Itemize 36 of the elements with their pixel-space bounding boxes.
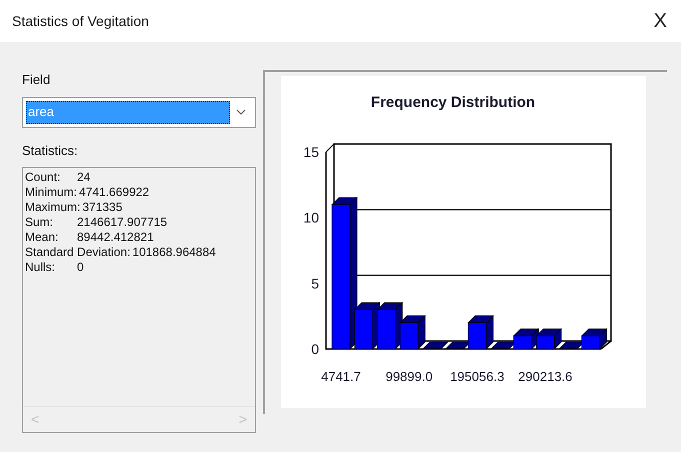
statistic-value: 4741.669922 bbox=[79, 185, 150, 200]
statistic-value: 101868.964884 bbox=[132, 245, 216, 260]
field-dropdown[interactable]: area bbox=[22, 96, 256, 128]
statistic-name: Count: bbox=[25, 170, 62, 185]
histogram-bar bbox=[536, 336, 555, 350]
x-tick-label: 99899.0 bbox=[386, 369, 433, 384]
y-tick-label: 5 bbox=[311, 275, 319, 292]
y-tick-label: 10 bbox=[303, 210, 319, 226]
y-tick-label: 0 bbox=[311, 341, 319, 357]
statistic-name: Minimum: bbox=[25, 185, 78, 200]
y-tick-label: 15 bbox=[303, 144, 319, 160]
statistic-value: 89442.412821 bbox=[77, 230, 154, 245]
close-button[interactable]: X bbox=[654, 11, 667, 31]
statistic-name: Standard Deviation: bbox=[25, 245, 132, 260]
histogram-bar bbox=[354, 309, 373, 350]
statistic-name: Nulls: bbox=[25, 260, 56, 275]
x-tick-label: 4741.7 bbox=[321, 369, 361, 384]
statistic-value: 371335 bbox=[82, 200, 122, 215]
scroll-left-arrow[interactable]: < bbox=[31, 409, 40, 430]
x-tick-label: 290213.6 bbox=[518, 369, 572, 384]
statistic-name: Maximum: bbox=[25, 200, 82, 215]
statistics-label: Statistics: bbox=[22, 142, 79, 160]
x-tick-label: 195056.3 bbox=[450, 369, 504, 384]
window-title: Statistics of Vegitation bbox=[12, 12, 149, 31]
histogram-bar bbox=[400, 322, 418, 350]
statistic-value: 0 bbox=[77, 260, 84, 275]
statistic-name: Sum: bbox=[25, 215, 54, 230]
statistic-name: Mean: bbox=[25, 230, 60, 245]
dropdown-value: area bbox=[26, 100, 230, 124]
chart-title: Frequency Distribution bbox=[370, 94, 536, 111]
scroll-right-arrow[interactable]: > bbox=[238, 409, 247, 430]
statistic-value: 24 bbox=[77, 170, 90, 185]
chevron-down-icon bbox=[236, 109, 246, 115]
histogram-bar bbox=[377, 309, 396, 350]
statistic-value: 2146617.907715 bbox=[77, 215, 168, 230]
field-label: Field bbox=[22, 71, 52, 89]
